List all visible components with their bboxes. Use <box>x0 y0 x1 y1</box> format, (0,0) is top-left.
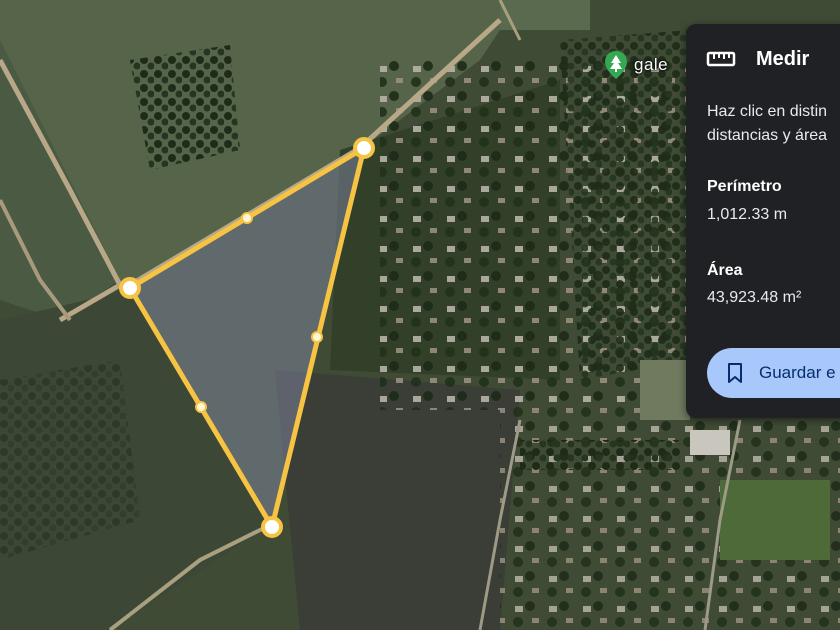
vertex-handle[interactable] <box>353 137 375 159</box>
bookmark-icon <box>728 363 742 383</box>
save-button[interactable]: Guardar e <box>707 348 840 398</box>
midpoint-handle[interactable] <box>241 212 253 224</box>
tree-pin-icon <box>605 51 627 79</box>
measure-panel: Medir Haz clic en distin distancias y ár… <box>686 24 840 418</box>
vertex-handle[interactable] <box>119 277 141 299</box>
midpoint-handle[interactable] <box>195 401 207 413</box>
place-label[interactable]: gale <box>604 50 668 80</box>
perimeter-value: 1,012.33 m <box>707 206 788 223</box>
instruction-line: distancias y área <box>707 127 828 144</box>
place-label-text: gale <box>634 55 669 74</box>
instruction-line: Haz clic en distin <box>707 103 828 120</box>
midpoint-handle[interactable] <box>311 331 323 343</box>
area-value: 43,923.48 m² <box>707 289 802 306</box>
vertex-handle[interactable] <box>261 516 283 538</box>
perimeter-label: Perímetro <box>707 178 782 195</box>
panel-title: Medir <box>756 47 810 70</box>
save-button-label: Guardar e <box>759 363 836 382</box>
instruction-text: Haz clic en distin distancias y área <box>707 100 840 148</box>
ruler-icon <box>706 51 736 67</box>
panel-header: Medir <box>686 24 840 94</box>
area-label: Área <box>707 262 743 279</box>
